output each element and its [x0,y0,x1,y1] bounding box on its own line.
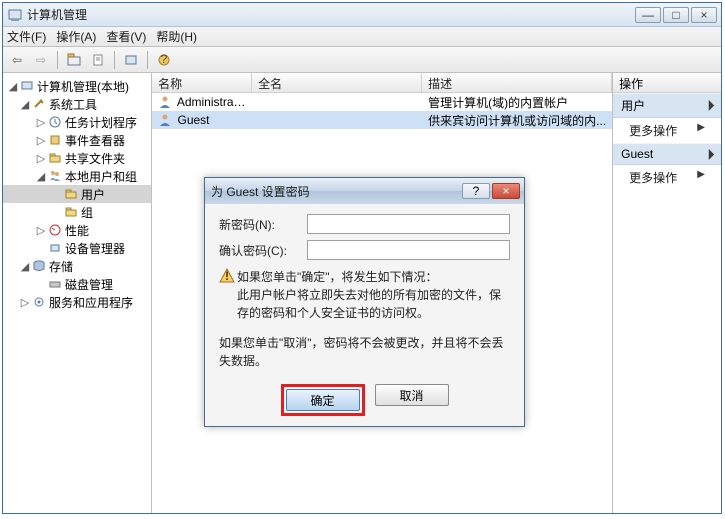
tree-services[interactable]: ▷ 服务和应用程序 [3,293,151,311]
device-icon [47,241,63,255]
arrow-right-icon: ▶ [697,122,705,133]
tools-icon [31,97,47,111]
actions-title: 操作 [613,73,721,93]
menu-view[interactable]: 查看(V) [106,28,146,45]
col-name[interactable]: 名称 [152,73,252,92]
titlebar: 计算机管理 — □ × [3,3,721,27]
menubar: 文件(F) 操作(A) 查看(V) 帮助(H) [3,27,721,47]
actions-section-guest[interactable]: Guest ◢ [613,143,721,165]
highlight-box: 确定 [281,384,365,416]
warning-icon: ! [219,268,237,322]
user-icon [158,95,172,109]
refresh-button[interactable] [121,50,141,70]
collapse-icon: ◢ [703,99,716,112]
list-header: 名称 全名 描述 [152,73,612,93]
ok-button[interactable]: 确定 [286,389,360,411]
folder-icon [63,187,79,201]
toolbar-separator [57,51,58,69]
svg-text:?: ? [161,53,168,66]
toolbar-separator [147,51,148,69]
confirm-password-input[interactable] [307,240,510,260]
tree-root[interactable]: ◢ 计算机管理(本地) [3,77,151,95]
dialog-help-button[interactable]: ? [462,183,490,199]
tree-local-users[interactable]: ◢ 本地用户和组 [3,167,151,185]
minimize-button[interactable]: — [635,7,661,23]
forward-button[interactable]: ⇨ [31,50,51,70]
dialog-body: 新密码(N): 确认密码(C): ! 如果您单击"确定"，将发生如下情况： 此用… [205,204,524,426]
new-password-input[interactable] [307,214,510,234]
tree-event-viewer[interactable]: ▷ 事件查看器 [3,131,151,149]
performance-icon [47,223,63,237]
tree-performance[interactable]: ▷ 性能 [3,221,151,239]
col-fullname[interactable]: 全名 [252,73,422,92]
tree-groups[interactable]: 组 [3,203,151,221]
warning-text: 如果您单击"确定"，将发生如下情况： 此用户帐户将立即失去对他的所有加密的文件，… [237,268,510,322]
actions-more-2[interactable]: 更多操作 ▶ [613,165,721,190]
users-icon [47,169,63,183]
password-dialog: 为 Guest 设置密码 ? × 新密码(N): 确认密码(C): ! 如果您单… [204,177,525,427]
computer-icon [19,79,35,93]
up-button[interactable] [64,50,84,70]
list-row[interactable]: Administrat... 管理计算机(域)的内置帐户 [152,93,612,111]
dialog-title: 为 Guest 设置密码 [209,183,462,200]
svg-text:!: ! [225,269,229,283]
tree-task-scheduler[interactable]: ▷ 任务计划程序 [3,113,151,131]
tree-device-manager[interactable]: 设备管理器 [3,239,151,257]
dialog-close-button[interactable]: × [492,183,520,199]
toolbar: ⇦ ⇨ ? [3,47,721,73]
confirm-password-label: 确认密码(C): [219,242,307,259]
tree-system-tools[interactable]: ◢ 系统工具 [3,95,151,113]
services-icon [31,295,47,309]
window-title: 计算机管理 [27,6,635,23]
tree-shared-folders[interactable]: ▷ 共享文件夹 [3,149,151,167]
properties-button[interactable] [88,50,108,70]
actions-panel: 操作 用户 ◢ 更多操作 ▶ Guest ◢ 更多操作 ▶ [612,73,721,513]
list-row[interactable]: Guest 供来宾访问计算机或访问域的内... [152,111,612,129]
disk-icon [47,277,63,291]
cancel-info-text: 如果您单击"取消"，密码将不会被更改，并且将不会丢失数据。 [219,334,510,370]
app-icon [7,7,23,23]
storage-icon [31,259,47,273]
actions-more-1[interactable]: 更多操作 ▶ [613,118,721,143]
actions-section-users[interactable]: 用户 ◢ [613,93,721,118]
maximize-button[interactable]: □ [663,7,689,23]
help-button[interactable]: ? [154,50,174,70]
tree-panel[interactable]: ◢ 计算机管理(本地) ◢ 系统工具 ▷ 任务计划程序 ▷ 事件查看器 ▷ [3,73,152,513]
user-icon [158,113,172,127]
tree-users[interactable]: 用户 [3,185,151,203]
close-button[interactable]: × [691,7,717,23]
new-password-label: 新密码(N): [219,216,307,233]
collapse-icon: ◢ [703,147,716,160]
tree-disk-management[interactable]: 磁盘管理 [3,275,151,293]
toolbar-separator [114,51,115,69]
folder-icon [63,205,79,219]
menu-file[interactable]: 文件(F) [7,28,46,45]
arrow-right-icon: ▶ [697,169,705,180]
back-button[interactable]: ⇦ [7,50,27,70]
folder-icon [47,151,63,165]
col-desc[interactable]: 描述 [422,73,612,92]
dialog-titlebar[interactable]: 为 Guest 设置密码 ? × [205,178,524,204]
menu-action[interactable]: 操作(A) [56,28,96,45]
menu-help[interactable]: 帮助(H) [156,28,197,45]
cancel-button[interactable]: 取消 [375,384,449,406]
clock-icon [47,115,63,129]
event-icon [47,133,63,147]
tree-storage[interactable]: ◢ 存储 [3,257,151,275]
